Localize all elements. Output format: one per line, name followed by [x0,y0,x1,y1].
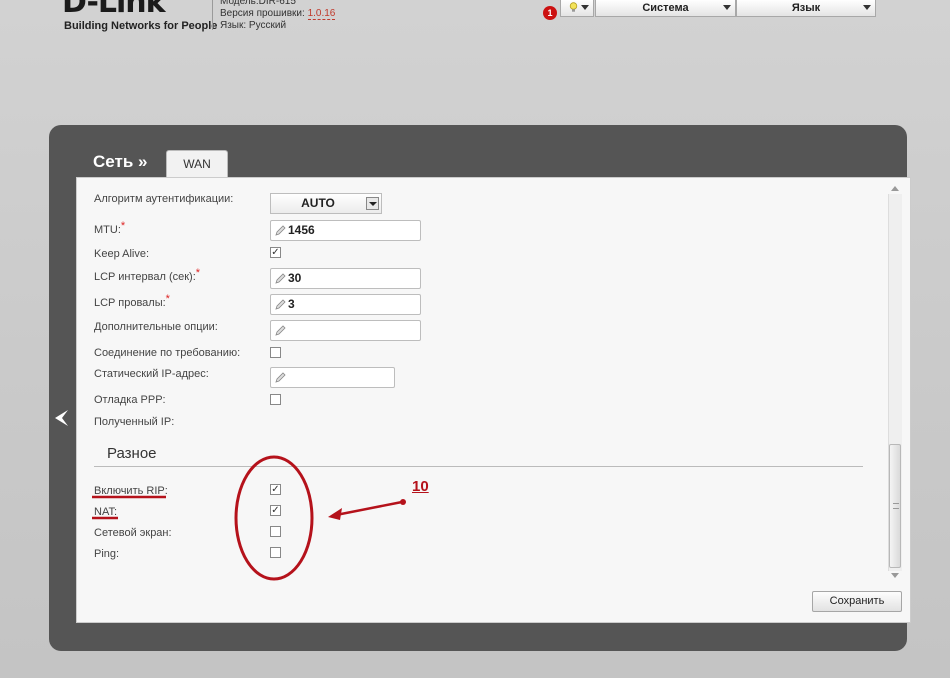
breadcrumb[interactable]: Сеть » [93,152,147,172]
auth-algo-label: Алгоритм аутентификации: [94,193,234,205]
language-menu-label: Язык [791,2,821,14]
chevron-down-icon [723,5,731,10]
device-info: Модель:DIR-615 Версия прошивки: 1.0.16 Я… [220,0,336,32]
scroll-up-icon[interactable] [891,186,899,191]
tab-wan[interactable]: WAN [166,150,228,178]
section-divider [94,466,863,467]
on-demand-checkbox[interactable] [270,347,281,358]
lightbulb-icon [569,2,578,12]
ping-label: Ping: [94,548,120,560]
firmware-label: Версия прошивки: [220,8,305,19]
dropdown-arrow-icon [366,197,379,210]
section-title-misc: Разное [107,445,157,462]
auth-algo-select[interactable]: AUTO [270,193,382,214]
required-mark: * [165,293,170,305]
language-info: Язык: Русский [220,20,287,31]
extra-options-input[interactable] [270,320,421,341]
pencil-icon [275,372,286,383]
lcp-interval-label: LCP интервал (сек):* [94,267,201,283]
received-ip-label: Полученный IP: [94,416,175,428]
nat-checkbox[interactable]: ✓ [270,505,281,516]
system-menu-label: Система [642,2,689,14]
system-menu-button[interactable]: Система [595,0,736,17]
static-ip-input[interactable] [270,367,395,388]
chevron-down-icon [863,5,871,10]
notification-badge[interactable]: 1 [543,6,557,20]
annotation-number: 10 [412,478,429,495]
logo-brand: D-Link [62,0,166,20]
static-ip-label: Статический IP-адрес: [94,368,209,380]
required-mark: * [195,267,201,279]
ppp-debug-label: Отладка PPP: [94,394,166,406]
enable-rip-checkbox[interactable]: ✓ [270,484,281,495]
lcp-failures-label: LCP провалы:* [94,293,170,309]
on-demand-label: Соединение по требованию: [94,347,241,359]
mtu-label: MTU:* [94,220,126,236]
mtu-value: 1456 [288,223,315,237]
save-button[interactable]: Сохранить [812,591,902,612]
language-menu-button[interactable]: Язык [736,0,876,17]
chevron-down-icon [581,5,589,10]
keep-alive-checkbox[interactable]: ✓ [270,247,281,258]
logo-tagline: Building Networks for People [64,20,218,32]
scroll-down-icon[interactable] [891,573,899,578]
scrollbar-thumb[interactable] [889,444,901,568]
lcp-interval-value: 30 [288,271,302,285]
firmware-version-link[interactable]: 1.0.16 [307,8,336,20]
lcp-interval-input[interactable]: 30 [270,268,421,289]
mtu-input[interactable]: 1456 [270,220,421,241]
model-label: Модель:DIR-615 [220,0,296,7]
lcp-failures-input[interactable]: 3 [270,294,421,315]
firewall-checkbox[interactable] [270,526,281,537]
extra-options-label: Дополнительные опции: [94,321,218,333]
ppp-debug-checkbox[interactable] [270,394,281,405]
back-arrow-icon[interactable] [55,410,69,426]
vertical-scrollbar[interactable] [888,186,902,579]
notifications-button[interactable] [560,0,594,17]
pencil-icon [275,325,286,336]
content-area [76,177,911,623]
pencil-icon [275,273,286,284]
pencil-icon [275,299,286,310]
firmware-row: Версия прошивки: 1.0.16 [220,8,336,20]
ping-checkbox[interactable] [270,547,281,558]
required-mark: * [120,220,126,232]
pencil-icon [275,225,286,236]
enable-rip-label: Включить RIP: [94,485,168,497]
lcp-failures-value: 3 [288,297,295,311]
keep-alive-label: Keep Alive: [94,248,150,260]
dlink-logo: D-Link Building Networks for People [62,0,217,34]
auth-algo-value: AUTO [301,196,335,210]
firewall-label: Сетевой экран: [94,527,172,539]
nat-label: NAT: [94,506,118,518]
header-divider [212,0,213,30]
grip-icon [893,503,899,509]
